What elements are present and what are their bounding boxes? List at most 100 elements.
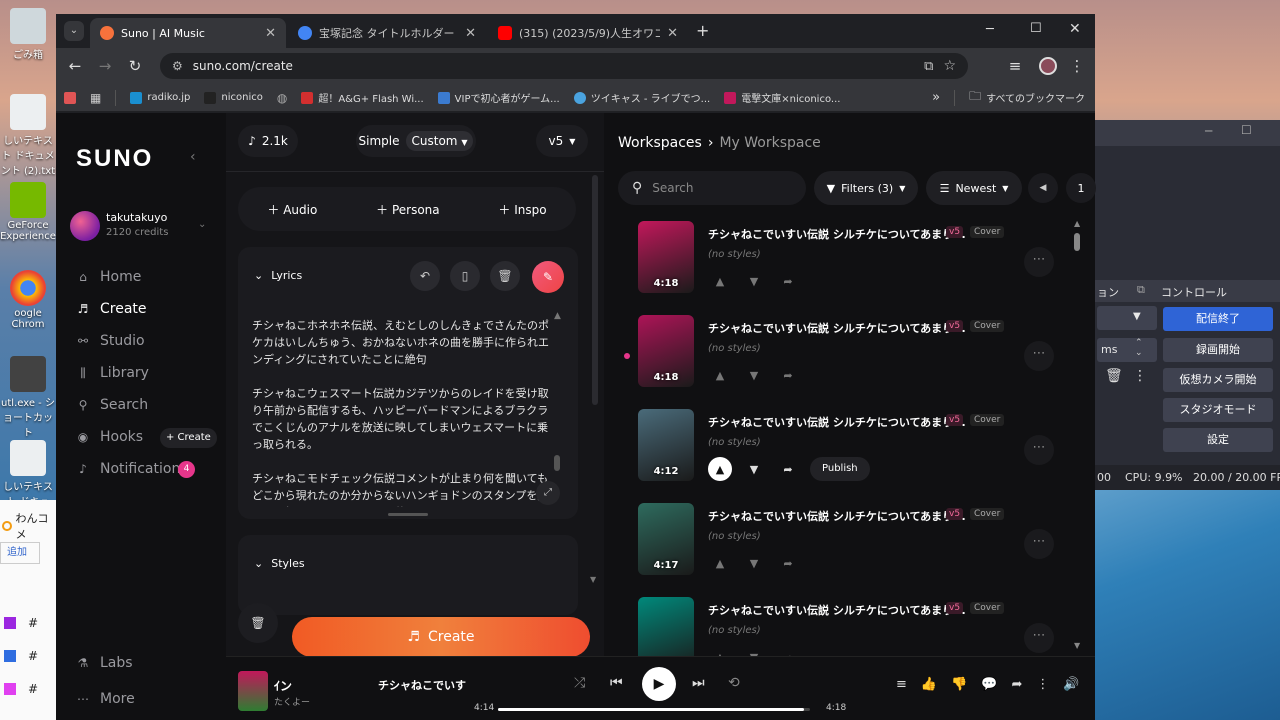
thumbs-down-icon[interactable]: ▼ (742, 551, 766, 575)
progress-track[interactable] (498, 708, 810, 711)
breadcrumb-root[interactable]: Workspaces (618, 135, 702, 151)
song-title[interactable]: チシャねこでいすい伝説 シルチケについてあまり... (708, 508, 966, 524)
thumbs-down-icon[interactable]: ▼ (742, 363, 766, 387)
more-options-icon[interactable]: ⋯ (1024, 341, 1054, 371)
stepper-down-icon[interactable]: ⌄ (1135, 348, 1143, 358)
bookmark-twitcasting[interactable]: ツイキャス - ライブでつ... (573, 90, 710, 105)
bookmark-niconico[interactable]: niconico (204, 91, 263, 104)
add-button[interactable]: 追加 (0, 542, 40, 564)
address-bar[interactable]: ⚙ suno.com/create ⧉ ☆ (160, 53, 968, 79)
song-title[interactable]: チシャねこでいすい伝説 シルチケについてあまり... (708, 602, 966, 618)
song-thumbnail[interactable]: 4:17 (638, 503, 694, 575)
repeat-icon[interactable]: ⟲ (728, 675, 740, 691)
tab-search-button[interactable]: ⌄ (64, 21, 84, 41)
close-icon[interactable]: ✕ (465, 26, 476, 41)
credits-pill[interactable]: ♪ 2.1k (238, 125, 298, 157)
reload-icon[interactable]: ↻ (122, 53, 148, 79)
share-icon[interactable]: ➦ (776, 551, 800, 575)
avatar[interactable] (70, 211, 100, 241)
transition-select[interactable]: ▼ (1097, 306, 1157, 330)
resize-handle[interactable] (388, 513, 428, 516)
dock-tab-transitions[interactable]: ョン (1097, 284, 1119, 300)
thumbs-up-icon[interactable]: 👍 (921, 677, 937, 692)
chrome-menu-icon[interactable]: ⋮ (1064, 53, 1090, 79)
mode-custom[interactable]: Custom ▼ (405, 131, 474, 151)
nav-home[interactable]: ⌂ Home (76, 266, 141, 288)
desktop-icon-utl[interactable]: utl.exe - ショートカット (0, 356, 56, 439)
nav-hooks[interactable]: ◉ Hooks (76, 426, 143, 448)
lyrics-textarea[interactable]: チシャねこホネホネ伝説、えむとしのしんきょでさんたのポケカはいしんちゅう、おかね… (252, 317, 550, 507)
thumbs-down-icon[interactable]: ▼ (742, 457, 766, 481)
all-bookmarks-folder[interactable]: 🗀 すべてのブックマーク (969, 87, 1085, 108)
kebab-menu-icon[interactable]: ⋮ (1036, 677, 1049, 692)
persona-button[interactable]: ＋ Persona (376, 201, 440, 218)
site-info-icon[interactable]: ⚙ (172, 59, 183, 73)
player-track-title[interactable]: チシャねこでいす (378, 677, 466, 693)
scroll-up-icon[interactable]: ▲ (554, 311, 561, 321)
song-thumbnail[interactable]: 4:12 (638, 409, 694, 481)
bookmarks-overflow-button[interactable]: » (932, 90, 940, 105)
generate-lyrics-button[interactable]: ✎ (532, 261, 564, 293)
stop-streaming-button[interactable]: 配信終了 (1163, 307, 1273, 331)
more-options-icon[interactable]: ⋯ (1024, 529, 1054, 559)
song-thumbnail[interactable]: 4:18 (638, 315, 694, 387)
start-recording-button[interactable]: 録画開始 (1163, 338, 1273, 362)
bookmark-radiko[interactable]: radiko.jp (130, 91, 190, 104)
bookmark-vip[interactable]: VIPで初心者がゲーム... (437, 90, 560, 105)
desktop-icon-text-doc[interactable]: しいテキスト ドキュメント (2).txt (0, 94, 56, 177)
nav-create[interactable]: ♬ Create (76, 298, 147, 320)
channel-row[interactable]: # (4, 682, 38, 696)
nav-notifications[interactable]: ♪ Notifications (76, 458, 187, 480)
player-track-short[interactable]: ｲン (274, 677, 292, 694)
queue-icon[interactable]: ≡ (896, 677, 907, 692)
undo-button[interactable]: ↶ (410, 261, 440, 291)
song-row[interactable]: 4:17 チシャねこでいすい伝説 シルチケについてあまり... v5 Cover (no… (638, 503, 1078, 583)
next-icon[interactable]: ⏭ (692, 675, 705, 691)
thumbs-up-icon[interactable]: ▲ (708, 457, 732, 481)
trash-icon[interactable]: 🗑 (1105, 368, 1123, 384)
kebab-menu-icon[interactable]: ⋮ (1133, 368, 1147, 384)
mode-toggle[interactable]: Simple Custom ▼ (356, 125, 476, 157)
inspo-button[interactable]: ＋ Inspo (498, 201, 546, 218)
song-title[interactable]: チシャねこでいすい伝説 シルチケについてあまり... (708, 414, 966, 430)
bookmark-dengeki[interactable]: 電撃文庫×niconico... (724, 90, 840, 105)
player-thumbnail[interactable] (238, 671, 268, 711)
lyrics-header[interactable]: ⌄ Lyrics (254, 269, 302, 282)
shuffle-icon[interactable]: ⤮ (574, 675, 585, 691)
search-input[interactable]: ⚲ Search (618, 171, 806, 205)
song-row[interactable]: 4:18 チシャねこでいすい伝説 シルチケについてあまり... v5 Cover (no… (638, 221, 1078, 301)
window-close-icon[interactable]: ✕ (1069, 21, 1081, 37)
page-number[interactable]: 1 (1066, 173, 1096, 203)
cast-icon[interactable]: ⧉ (924, 59, 933, 74)
bookmark-icon[interactable] (64, 91, 76, 104)
tab-google[interactable]: 宝塚記念 タイトルホルダー - Goog ✕ (288, 18, 486, 48)
nav-labs[interactable]: ⚗ Labs (76, 652, 133, 674)
channel-row[interactable]: # (4, 649, 38, 663)
desktop-icon-geforce[interactable]: GeForce Experience (0, 182, 56, 242)
desktop-icon-chrome[interactable]: oogle Chrom (0, 270, 56, 330)
close-icon[interactable]: ✕ (667, 26, 678, 41)
minimize-icon[interactable]: ─ (986, 22, 994, 37)
song-title[interactable]: チシャねこでいすい伝説 シルチケについてあまり... (708, 226, 966, 242)
bookmark-button[interactable]: ▯ (450, 261, 480, 291)
share-icon[interactable]: ➦ (776, 363, 800, 387)
previous-icon[interactable]: ⏮ (610, 675, 623, 691)
nav-studio[interactable]: ⚯ Studio (76, 330, 145, 352)
back-arrow-icon[interactable]: ← (62, 53, 88, 79)
desktop-icon-text-doc-2[interactable]: しいテキスト ドキュ (0, 440, 56, 508)
profile-avatar[interactable] (1039, 57, 1057, 75)
channel-row[interactable]: # (4, 616, 38, 630)
star-icon[interactable]: ☆ (943, 58, 956, 74)
lyrics-scrollbar[interactable] (554, 455, 560, 471)
studio-mode-button[interactable]: スタジオモード (1163, 398, 1273, 422)
thumbs-down-icon[interactable]: ▼ (742, 269, 766, 293)
breadcrumb-current[interactable]: My Workspace (719, 135, 820, 151)
stepper-up-icon[interactable]: ⌃ (1135, 338, 1143, 348)
song-row[interactable]: 4:12 チシャねこでいすい伝説 シルチケについてあまり... v5 Cover (no… (638, 409, 1078, 489)
settings-button[interactable]: 設定 (1163, 428, 1273, 452)
delete-lyrics-button[interactable]: 🗑 (490, 261, 520, 291)
comment-icon[interactable]: 💬 (981, 677, 997, 692)
maximize-icon[interactable]: ☐ (1030, 21, 1042, 36)
nav-search[interactable]: ⚲ Search (76, 394, 149, 416)
chevron-down-icon[interactable]: ⌄ (198, 219, 206, 230)
